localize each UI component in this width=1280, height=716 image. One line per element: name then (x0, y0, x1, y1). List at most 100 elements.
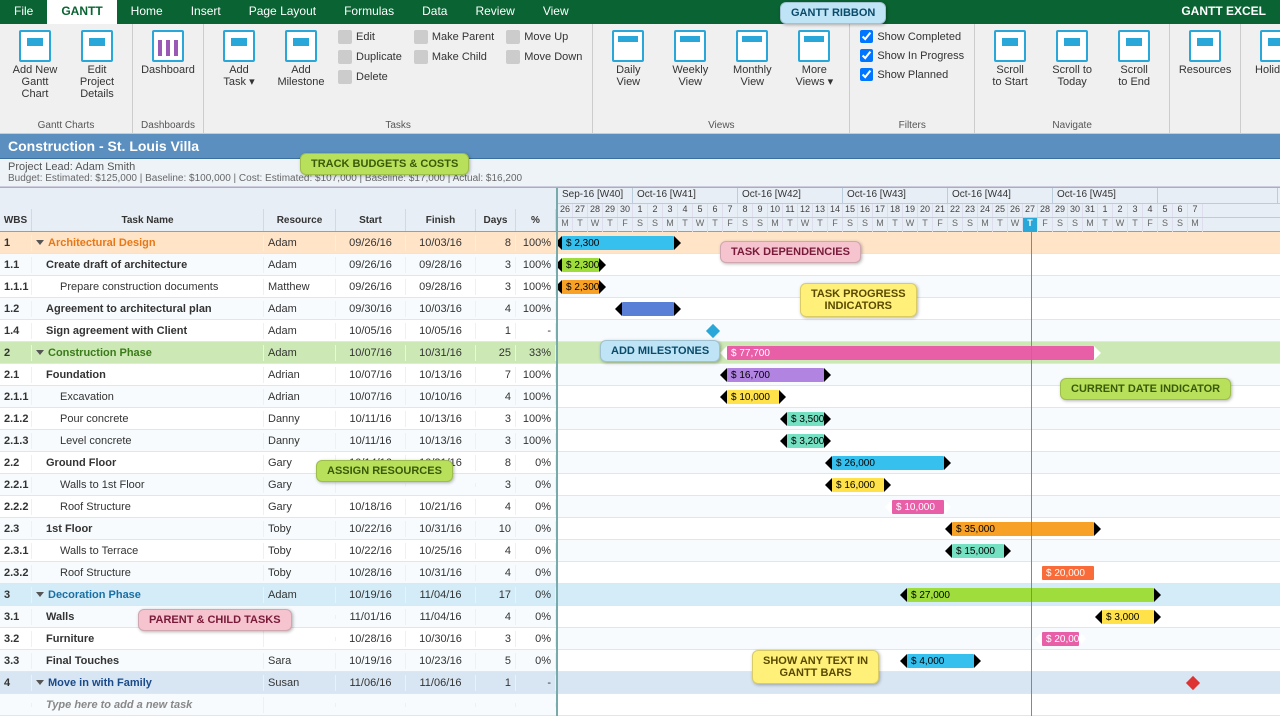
cell[interactable]: Furniture (32, 631, 264, 647)
ribbon-btn-daily-view[interactable]: DailyView (599, 28, 657, 90)
cell[interactable] (336, 483, 406, 487)
cell[interactable]: 10/07/16 (336, 389, 406, 405)
cell[interactable]: Toby (264, 521, 336, 537)
ribbon-btn-add-task-[interactable]: AddTask ▾ (210, 28, 268, 90)
cell[interactable]: 4 (476, 609, 516, 625)
cell[interactable]: 1st Floor (32, 521, 264, 537)
table-row[interactable]: 2.2.2Roof StructureGary10/18/1610/21/164… (0, 496, 556, 518)
cell[interactable]: 10/13/16 (406, 433, 476, 449)
ribbon-btn-move-up[interactable]: Move Up (502, 28, 586, 46)
table-row[interactable]: 2.3.2Roof StructureToby10/28/1610/31/164… (0, 562, 556, 584)
gantt-bar[interactable]: $ 2,300 (562, 280, 599, 294)
cell[interactable]: 4 (476, 543, 516, 559)
cell[interactable]: 10/10/16 (406, 389, 476, 405)
gantt-bar[interactable]: $ 35,000 (952, 522, 1094, 536)
cell[interactable]: 0% (516, 477, 556, 493)
cell[interactable]: 0% (516, 609, 556, 625)
cell[interactable]: 10/03/16 (406, 235, 476, 251)
filter-show-completed[interactable]: Show Completed (856, 28, 968, 45)
cell[interactable] (406, 703, 476, 707)
cell[interactable]: 09/28/16 (406, 279, 476, 295)
cell[interactable]: 10/07/16 (336, 345, 406, 361)
cell[interactable]: 10/13/16 (406, 411, 476, 427)
cell[interactable]: 3 (476, 477, 516, 493)
cell[interactable]: Walls to Terrace (32, 543, 264, 559)
gantt-bar[interactable]: $ 15,000 (952, 544, 1004, 558)
collapse-icon[interactable] (36, 592, 44, 597)
cell[interactable]: 09/26/16 (336, 235, 406, 251)
col-days[interactable]: Days (476, 209, 516, 231)
gantt-bar[interactable]: $ 3,200 (787, 434, 824, 448)
cell[interactable]: 8 (476, 455, 516, 471)
cell[interactable]: 1.1 (0, 257, 32, 273)
cell[interactable]: 0% (516, 543, 556, 559)
gantt-bar[interactable]: $ 26,000 (832, 456, 944, 470)
filter-show-planned[interactable]: Show Planned (856, 66, 968, 83)
col-finish[interactable]: Finish (406, 209, 476, 231)
cell[interactable] (476, 703, 516, 707)
cell[interactable]: Danny (264, 433, 336, 449)
cell[interactable]: 11/06/16 (336, 675, 406, 691)
cell[interactable]: 7 (476, 367, 516, 383)
tab-gantt[interactable]: GANTT (47, 0, 116, 24)
cell[interactable]: 2.2.1 (0, 477, 32, 493)
cell[interactable]: 0% (516, 565, 556, 581)
ribbon-btn-edit[interactable]: Edit (334, 28, 406, 46)
cell[interactable]: 3 (476, 411, 516, 427)
gantt-bar[interactable]: $ 20,000 (1042, 632, 1079, 646)
ribbon-btn-weekly-view[interactable]: WeeklyView (661, 28, 719, 90)
cell[interactable]: 2.3.2 (0, 565, 32, 581)
cell[interactable]: 10/05/16 (336, 323, 406, 339)
cell[interactable]: 3.2 (0, 631, 32, 647)
tab-insert[interactable]: Insert (177, 0, 235, 24)
cell[interactable]: Move in with Family (32, 675, 264, 691)
cell[interactable]: 10/31/16 (406, 521, 476, 537)
cell[interactable] (264, 703, 336, 707)
cell[interactable]: Sara (264, 653, 336, 669)
collapse-icon[interactable] (36, 350, 44, 355)
gantt-bar[interactable]: $ 16,000 (832, 478, 884, 492)
cell[interactable]: 3.1 (0, 609, 32, 625)
gantt-bar[interactable]: $ 10,000 (727, 390, 779, 404)
cell[interactable]: 2.1 (0, 367, 32, 383)
tab-file[interactable]: File (0, 0, 47, 24)
cell[interactable]: 10/18/16 (336, 499, 406, 515)
cell[interactable]: Adrian (264, 367, 336, 383)
table-row[interactable]: 1.4Sign agreement with ClientAdam10/05/1… (0, 320, 556, 342)
cell[interactable]: 10/25/16 (406, 543, 476, 559)
tab-formulas[interactable]: Formulas (330, 0, 408, 24)
gantt-bar[interactable]: $ 3,000 (1102, 610, 1154, 624)
ribbon-btn-add-new-gantt-chart[interactable]: Add NewGantt Chart (6, 28, 64, 102)
cell[interactable]: 0% (516, 499, 556, 515)
cell[interactable]: Ground Floor (32, 455, 264, 471)
tab-view[interactable]: View (529, 0, 583, 24)
cell[interactable]: Matthew (264, 279, 336, 295)
cell[interactable]: 10/19/16 (336, 653, 406, 669)
cell[interactable]: 1.1.1 (0, 279, 32, 295)
ribbon-btn-edit-project-details[interactable]: Edit ProjectDetails (68, 28, 126, 102)
cell[interactable]: 100% (516, 257, 556, 273)
cell[interactable]: 0% (516, 587, 556, 603)
cell[interactable]: 2.3.1 (0, 543, 32, 559)
cell[interactable]: Create draft of architecture (32, 257, 264, 273)
cell[interactable]: 09/26/16 (336, 279, 406, 295)
col-resource[interactable]: Resource (264, 209, 336, 231)
gantt-bar[interactable]: $ 2,300 (562, 236, 674, 250)
tab-page-layout[interactable]: Page Layout (235, 0, 330, 24)
table-row[interactable]: 3Decoration PhaseAdam10/19/1611/04/16170… (0, 584, 556, 606)
cell[interactable]: 10/19/16 (336, 587, 406, 603)
cell[interactable]: Level concrete (32, 433, 264, 449)
cell[interactable]: 10/30/16 (406, 631, 476, 647)
ribbon-btn-monthly-view[interactable]: MonthlyView (723, 28, 781, 90)
table-row[interactable]: 2.3.1Walls to TerraceToby10/22/1610/25/1… (0, 540, 556, 562)
ribbon-btn-resources-[interactable]: Resources (1176, 28, 1234, 78)
filter-show-in-progress[interactable]: Show In Progress (856, 47, 968, 64)
ribbon-btn-duplicate[interactable]: Duplicate (334, 48, 406, 66)
table-row[interactable]: 1Architectural DesignAdam09/26/1610/03/1… (0, 232, 556, 254)
cell[interactable]: 10/22/16 (336, 543, 406, 559)
cell[interactable]: 100% (516, 367, 556, 383)
cell[interactable]: 3 (476, 631, 516, 647)
cell[interactable] (406, 483, 476, 487)
table-row[interactable]: 3.3Final TouchesSara10/19/1610/23/1650% (0, 650, 556, 672)
tab-review[interactable]: Review (461, 0, 528, 24)
